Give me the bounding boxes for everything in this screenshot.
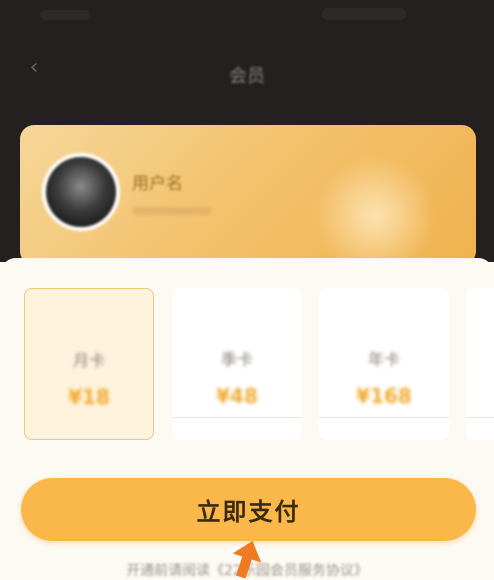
member-status-line: [132, 207, 212, 215]
status-bar-time: [40, 10, 90, 20]
plan-option-monthly[interactable]: 月卡 ¥18: [24, 288, 154, 440]
crown-decoration: [310, 155, 440, 265]
arrow-up-icon: [232, 540, 262, 578]
pay-now-button[interactable]: 立即支付: [21, 478, 476, 541]
plan-name: 月卡: [72, 351, 105, 370]
page-title: 会员: [229, 66, 265, 87]
plan-option-yearly[interactable]: 年卡 ¥168: [319, 288, 449, 440]
plan-price: ¥168: [356, 384, 412, 408]
plan-option-more[interactable]: [466, 288, 494, 440]
status-bar-icons: [322, 8, 406, 20]
username: 用户名: [132, 174, 183, 194]
plan-name: 季卡: [220, 350, 253, 369]
member-card: 用户名: [20, 125, 476, 265]
plan-price: ¥48: [216, 384, 258, 408]
top-header: ‹ 会员 用户名: [0, 0, 494, 265]
plan-name: 年卡: [367, 350, 400, 369]
plan-option-quarterly[interactable]: 季卡 ¥48: [172, 288, 302, 440]
avatar: [46, 157, 116, 227]
plan-price: ¥18: [68, 385, 110, 409]
